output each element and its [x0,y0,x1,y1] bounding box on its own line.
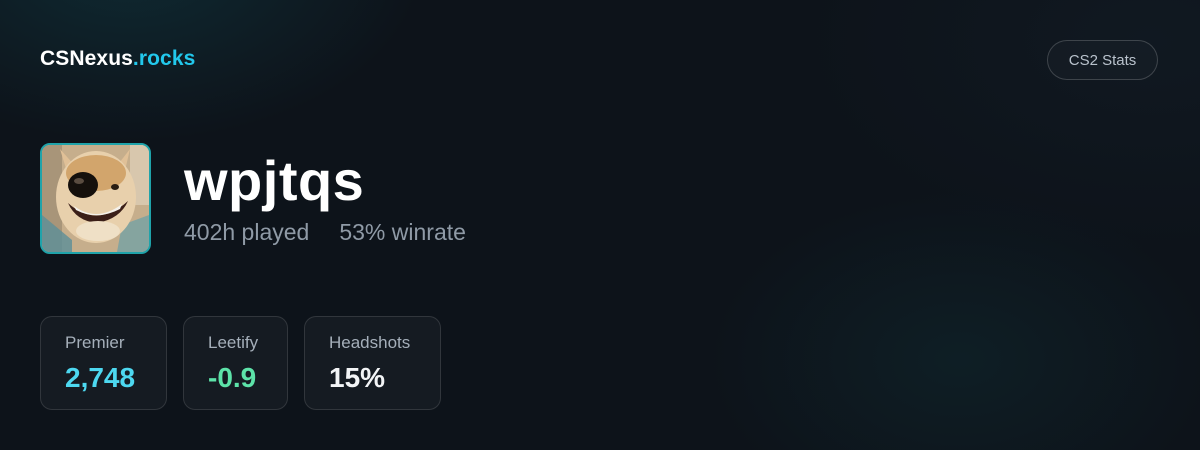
stat-card-leetify: Leetify -0.9 [183,316,288,410]
stat-label: Premier [65,333,125,352]
winrate: 53% winrate [339,219,466,245]
hours-played: 402h played [184,219,310,245]
avatar [40,143,151,254]
brand-name: CSNexus [40,47,133,70]
stat-card-premier: Premier 2,748 [40,316,167,410]
profile-subline: 402h played 53% winrate [184,219,466,246]
brand-logo[interactable]: CSNexus.rocks [40,47,195,71]
username: wpjtqs [184,149,365,212]
stat-value: 15% [329,362,386,393]
stat-value: 2,748 [65,362,136,393]
cs2-stats-badge[interactable]: CS2 Stats [1047,40,1158,80]
dog-avatar-icon [42,145,149,252]
stat-value: -0.9 [208,362,257,393]
stat-label: Headshots [329,333,411,352]
brand-tld: .rocks [132,47,196,70]
stat-card-headshots: Headshots 15% [304,316,441,410]
stat-label: Leetify [208,333,259,352]
